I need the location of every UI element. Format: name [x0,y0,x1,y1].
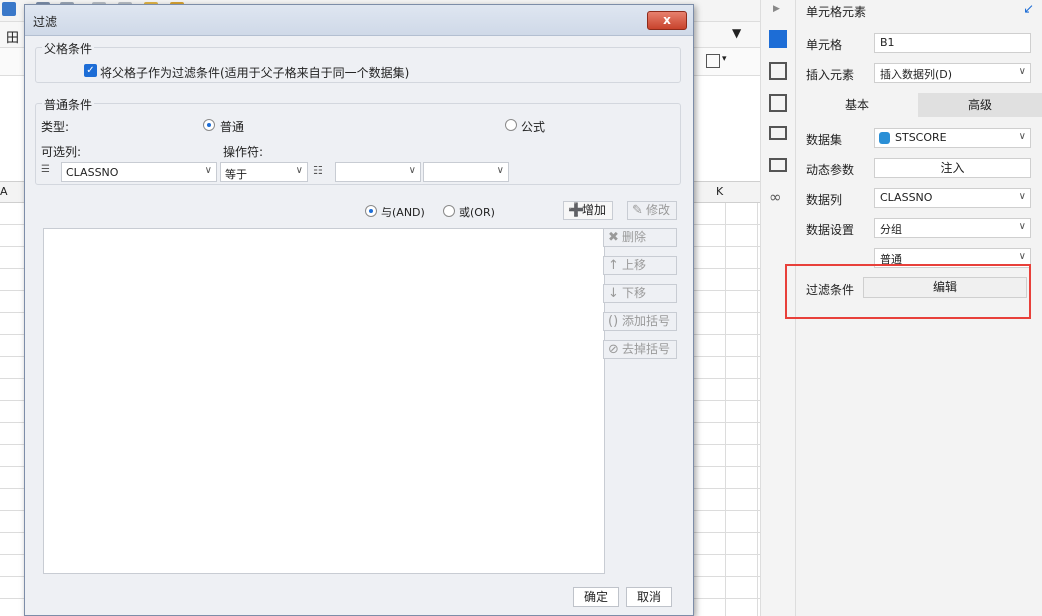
column-label: 可选列: [41,145,82,159]
collapse-icon[interactable]: ↙ [1023,2,1034,17]
hyperlink-icon[interactable]: ∞ [769,188,782,206]
parent-filter-checkbox[interactable]: ✓ [84,64,97,77]
condition-list[interactable] [43,228,605,574]
expand-icon[interactable]: ▶ [773,4,780,14]
data-setting-select[interactable]: 分组 ∨ [874,218,1031,238]
column-select[interactable]: CLASSNO ∨ [61,162,217,182]
delete-icon: ✖ [608,230,619,245]
chevron-down-icon: ∨ [1018,251,1026,262]
dialog-titlebar[interactable]: 过滤 x [25,5,693,36]
close-button[interactable]: x [647,11,687,30]
chevron-down-icon: ∨ [1018,131,1026,142]
move-up-button[interactable]: ↑ 上移 [603,256,677,275]
tab-advanced[interactable]: 高级 [918,93,1042,117]
operator-select[interactable]: 等于 ∨ [220,162,308,182]
remove-bracket-button[interactable]: ⊘ 去掉括号 [603,340,677,359]
dynamic-param-label: 动态参数 [806,163,855,177]
filter-condition-label: 过滤条件 [806,283,855,297]
insert-element-label: 插入元素 [806,68,855,82]
bracket-icon: () [608,314,619,329]
type-label: 类型: [41,120,70,134]
type-normal-label: 普通 [220,120,245,134]
and-label: 与(AND) [381,206,425,219]
arrow-up-icon: ↑ [608,258,619,273]
filter-icon[interactable]: ▼ [732,26,741,40]
arrow-down-icon: ↓ [608,286,619,301]
chevron-down-icon: ∨ [408,165,416,176]
cell-field[interactable]: B1 [874,33,1031,53]
chevron-down-icon[interactable]: ▾ [722,54,727,64]
type-formula-radio[interactable] [505,119,517,131]
remove-bracket-icon: ⊘ [608,342,619,357]
table-icon[interactable]: 田 [6,27,19,46]
column-a-label[interactable]: A [0,185,8,198]
data-setting-label: 数据设置 [806,223,855,237]
plus-icon: ➕ [568,203,585,218]
database-icon [879,132,890,144]
or-label: 或(OR) [459,206,495,219]
data-column-select[interactable]: CLASSNO ∨ [874,188,1031,208]
chevron-down-icon: ∨ [1018,191,1026,202]
condition-icon[interactable] [769,126,787,140]
value-select-2[interactable]: ∨ [423,162,509,182]
filter-dialog: 过滤 x 父格条件 ✓ 将父格子作为过滤条件(适用于父子格来自于同一个数据集) … [24,4,694,616]
tab-bar: 基本 高级 [796,93,1042,117]
delete-button[interactable]: ✖ 删除 [603,228,677,247]
data-column-label: 数据列 [806,193,843,207]
tab-basic[interactable]: 基本 [796,93,918,117]
cell-element-icon[interactable] [769,30,787,48]
operator-label: 操作符: [223,145,264,159]
type-normal-radio[interactable] [203,119,215,131]
column-type-icon: ☰ [41,164,50,175]
and-radio[interactable] [365,205,377,217]
border-icon[interactable] [706,54,720,68]
edit-icon: ✎ [632,203,643,218]
ok-button[interactable]: 确定 [573,587,619,607]
add-bracket-button[interactable]: () 添加括号 [603,312,677,331]
widget-icon[interactable] [769,94,787,112]
value-type-icon[interactable]: ☷ [313,164,323,177]
cell-attribute-icon[interactable] [769,62,787,80]
dialog-title: 过滤 [33,15,58,29]
cancel-button[interactable]: 取消 [626,587,672,607]
parent-condition-group: 父格条件 ✓ 将父格子作为过滤条件(适用于父子格来自于同一个数据集) [35,40,681,83]
inject-button[interactable]: 注入 [874,158,1031,178]
or-radio[interactable] [443,205,455,217]
insert-element-select[interactable]: 插入数据列(D) ∨ [874,63,1031,83]
dataset-select[interactable]: STSCORE ∨ [874,128,1031,148]
value-select-1[interactable]: ∨ [335,162,421,182]
filter-edit-button[interactable]: 编辑 [863,277,1027,298]
save-icon[interactable] [2,2,16,16]
chevron-down-icon: ∨ [496,165,504,176]
move-down-button[interactable]: ↓ 下移 [603,284,677,303]
modify-button[interactable]: ✎ 修改 [627,201,677,220]
chevron-down-icon: ∨ [295,165,303,176]
add-button[interactable]: ➕ 增加 [563,201,613,220]
parent-checkbox-label: 将父格子作为过滤条件(适用于父子格来自于同一个数据集) [100,66,410,80]
normal-group-title: 普通条件 [42,96,95,113]
chevron-down-icon: ∨ [204,165,212,176]
form-icon[interactable] [769,158,787,172]
dataset-label: 数据集 [806,133,843,147]
panel-title: 单元格元素 [806,5,867,19]
chevron-down-icon: ∨ [1018,66,1026,77]
chevron-down-icon: ∨ [1018,221,1026,232]
column-k-label[interactable]: K [716,185,723,198]
sheet-grid-columns [694,203,760,616]
cell-label: 单元格 [806,38,843,52]
type-formula-label: 公式 [521,120,546,134]
cell-element-panel: 单元格元素 ↙ 单元格 B1 插入元素 插入数据列(D) ∨ 基本 高级 数据集 … [785,0,1042,616]
parent-group-title: 父格条件 [42,40,95,57]
